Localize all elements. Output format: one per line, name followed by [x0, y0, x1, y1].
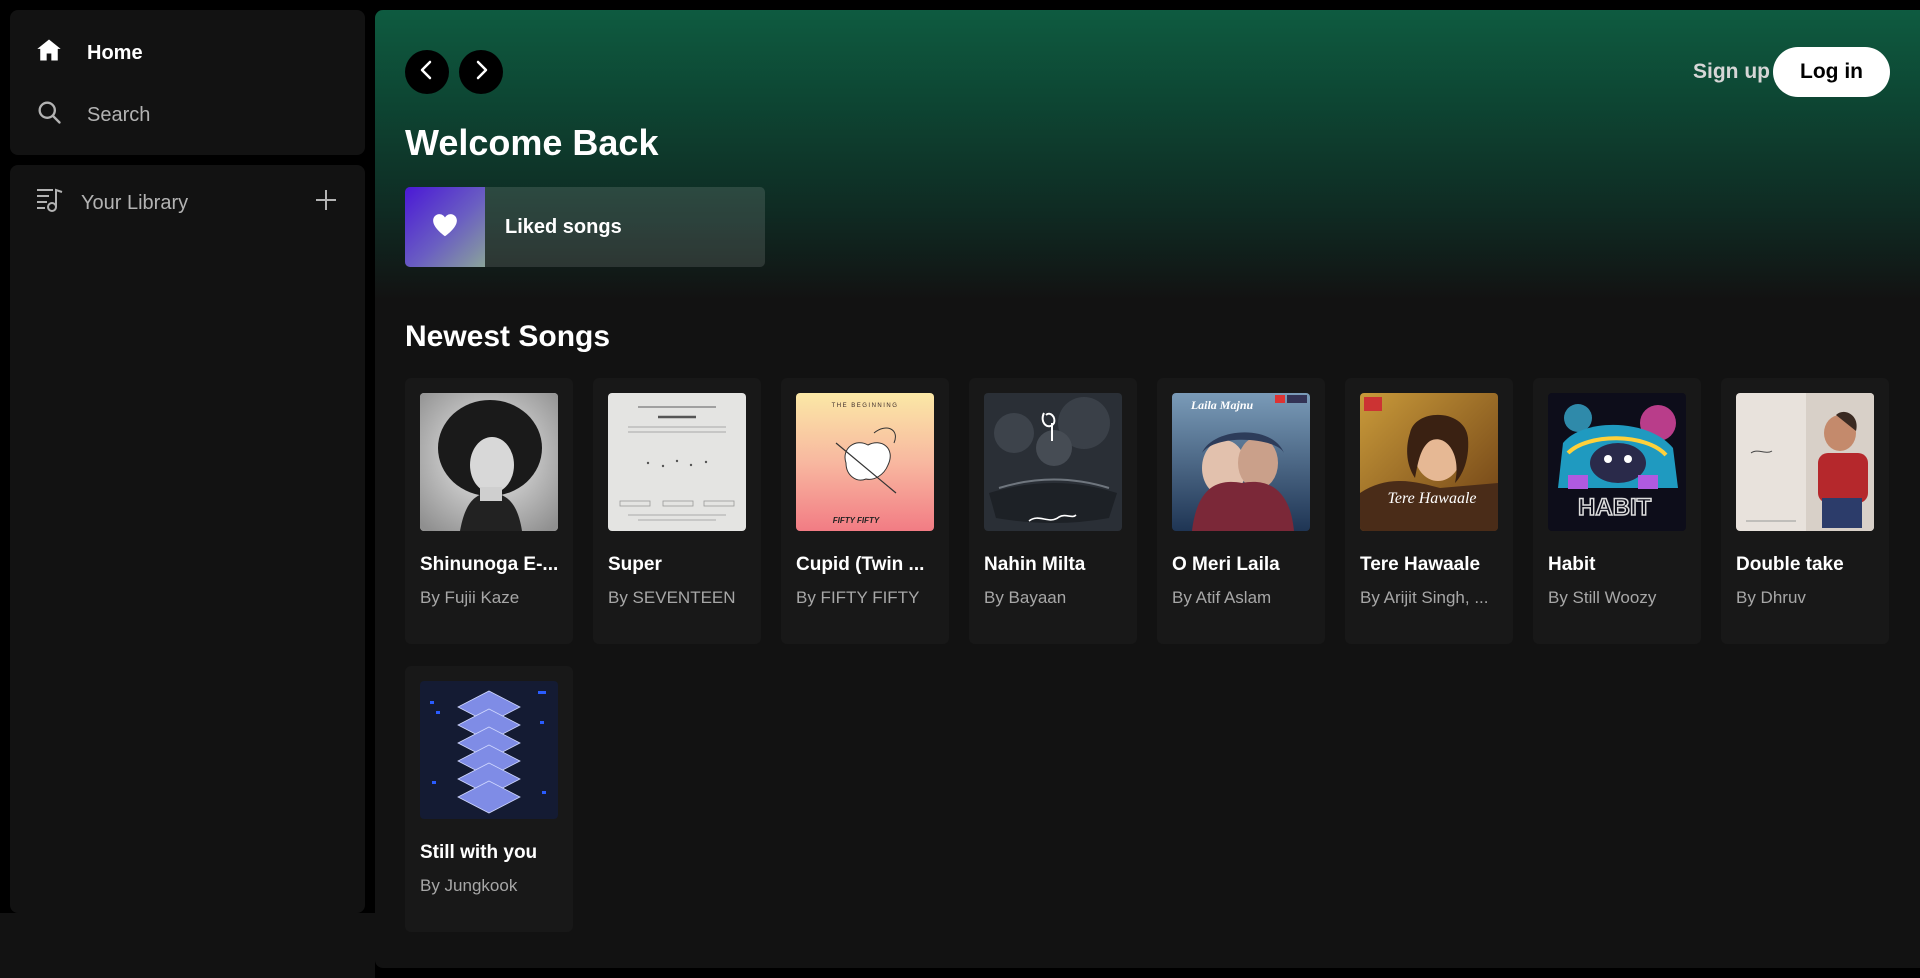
- album-text: Laila Majnu: [1190, 398, 1254, 412]
- nav-search-label: Search: [87, 103, 151, 126]
- song-card[interactable]: Shinunoga E-... By Fujii Kaze: [405, 378, 573, 644]
- song-title: Still with you: [420, 842, 538, 863]
- album-text: HABIT: [1578, 494, 1652, 521]
- album-art: [420, 681, 558, 819]
- song-artist: By Bayaan: [984, 588, 1067, 607]
- nav-home-label: Home: [87, 41, 143, 64]
- song-title: Double take: [1736, 554, 1844, 575]
- album-text: FIFTY FIFTY: [833, 516, 880, 525]
- song-artist: By Jungkook: [420, 876, 518, 895]
- sidebar-library-panel: Your Library: [10, 165, 365, 913]
- section-title: Newest Songs: [405, 320, 611, 353]
- nav-search[interactable]: Search: [35, 98, 150, 132]
- plus-icon: [313, 190, 339, 217]
- song-title: Shinunoga E-...: [420, 554, 559, 575]
- sidebar-nav-panel: Home Search: [10, 10, 365, 155]
- chevron-left-icon: [416, 59, 438, 86]
- signup-button[interactable]: Sign up: [1693, 60, 1770, 84]
- liked-songs-tile[interactable]: Liked songs: [405, 187, 765, 267]
- main-content: Sign up Log in Welcome Back Liked songs …: [375, 10, 1920, 968]
- song-artist: By SEVENTEEN: [608, 588, 736, 607]
- song-title: O Meri Laila: [1172, 554, 1280, 575]
- song-title: Cupid (Twin ...: [796, 554, 925, 575]
- song-card[interactable]: Nahin Milta By Bayaan: [969, 378, 1137, 644]
- album-art: HABIT: [1548, 393, 1686, 531]
- song-artist: By Dhruv: [1736, 588, 1806, 607]
- home-icon: [35, 36, 63, 70]
- heart-icon: [430, 210, 460, 245]
- song-card[interactable]: Tere Hawaale Tere Hawaale By Arijit Sing…: [1345, 378, 1513, 644]
- search-icon: [35, 98, 63, 132]
- page-title: Welcome Back: [405, 122, 659, 163]
- add-library-button[interactable]: [313, 187, 339, 213]
- song-card[interactable]: Laila Majnu O Meri Laila By Atif Aslam: [1157, 378, 1325, 644]
- your-library-button[interactable]: Your Library: [35, 185, 188, 221]
- song-card[interactable]: Double take By Dhruv: [1721, 378, 1889, 644]
- song-title: Habit: [1548, 554, 1596, 575]
- album-art: [420, 393, 558, 531]
- liked-songs-art: [405, 187, 485, 267]
- song-title: Super: [608, 554, 662, 575]
- album-art: [984, 393, 1122, 531]
- album-art: [1736, 393, 1874, 531]
- library-icon: [35, 185, 65, 221]
- album-art: Laila Majnu: [1172, 393, 1310, 531]
- song-card[interactable]: Super By SEVENTEEN: [593, 378, 761, 644]
- your-library-label: Your Library: [81, 191, 189, 214]
- song-artist: By FIFTY FIFTY: [796, 588, 920, 607]
- song-title: Nahin Milta: [984, 554, 1086, 575]
- chevron-right-icon: [470, 59, 492, 86]
- album-art: [608, 393, 746, 531]
- album-art: Tere Hawaale: [1360, 393, 1498, 531]
- song-title: Tere Hawaale: [1360, 554, 1481, 575]
- liked-songs-label: Liked songs: [505, 215, 622, 238]
- song-artist: By Still Woozy: [1548, 588, 1657, 607]
- forward-button[interactable]: [459, 50, 503, 94]
- song-artist: By Atif Aslam: [1172, 588, 1272, 607]
- album-text: Tere Hawaale: [1387, 490, 1476, 507]
- song-card[interactable]: Still with you By Jungkook: [405, 666, 573, 932]
- album-art: THE BEGINNING FIFTY FIFTY: [796, 393, 934, 531]
- back-button[interactable]: [405, 50, 449, 94]
- login-button[interactable]: Log in: [1773, 47, 1890, 97]
- album-text: THE BEGINNING: [832, 403, 899, 409]
- song-artist: By Arijit Singh, ...: [1360, 588, 1489, 607]
- song-artist: By Fujii Kaze: [420, 588, 520, 607]
- song-card[interactable]: THE BEGINNING FIFTY FIFTY Cupid (Twin ..…: [781, 378, 949, 644]
- song-card[interactable]: HABIT Habit By Still Woozy: [1533, 378, 1701, 644]
- bottom-bar: [0, 913, 375, 978]
- nav-home[interactable]: Home: [35, 36, 143, 70]
